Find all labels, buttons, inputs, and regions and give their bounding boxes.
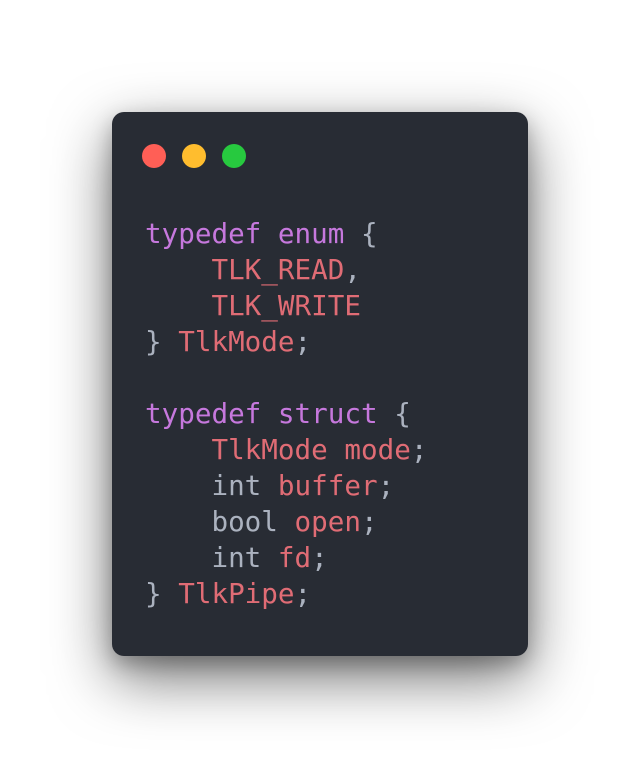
code-line: TlkMode mode;: [145, 432, 427, 468]
code-token-keyword: struct: [277, 397, 378, 430]
code-token-identifier: TlkPipe: [178, 577, 295, 610]
code-token-plain: ;: [377, 469, 395, 502]
code-token-identifier: TLK_READ: [211, 253, 345, 286]
code-line: TLK_READ,: [145, 252, 427, 288]
code-line: int buffer;: [145, 468, 427, 504]
code-token-identifier: TLK_WRITE: [211, 289, 361, 322]
code-token-identifier: TlkMode: [211, 433, 328, 466]
code-token-plain: int: [145, 541, 278, 574]
code-token-keyword: typedef: [145, 217, 262, 250]
code-line: TLK_WRITE: [145, 288, 427, 324]
code-token-identifier: buffer: [277, 469, 378, 502]
code-token-plain: {: [344, 217, 378, 250]
code-token-identifier: mode: [344, 433, 411, 466]
code-token-identifier: fd: [277, 541, 312, 574]
code-token-plain: bool: [145, 505, 295, 538]
close-dot[interactable]: [142, 144, 166, 168]
maximize-dot[interactable]: [222, 144, 246, 168]
code-token-plain: ;: [410, 433, 428, 466]
code-token-plain: ;: [294, 325, 312, 358]
code-token-keyword: enum: [277, 217, 345, 250]
code-line: int fd;: [145, 540, 427, 576]
code-line: bool open;: [145, 504, 427, 540]
code-line: } TlkPipe;: [145, 576, 427, 612]
code-token-keyword: typedef: [145, 397, 262, 430]
code-token-plain: {: [377, 397, 411, 430]
code-token-plain: ,: [344, 253, 361, 286]
code-block: typedef enum { TLK_READ, TLK_WRITE} TlkM…: [145, 216, 427, 612]
window-controls: [142, 144, 246, 168]
code-token-plain: int: [145, 469, 278, 502]
code-token-plain: ;: [311, 541, 328, 574]
code-token-identifier: open: [294, 505, 361, 538]
code-line: typedef enum {: [145, 216, 427, 252]
code-token-plain: }: [145, 325, 179, 358]
code-token-plain: }: [145, 577, 179, 610]
minimize-dot[interactable]: [182, 144, 206, 168]
code-token-identifier: TlkMode: [178, 325, 295, 358]
code-line: typedef struct {: [145, 396, 427, 432]
code-window: typedef enum { TLK_READ, TLK_WRITE} TlkM…: [112, 112, 528, 656]
code-token-plain: ;: [294, 577, 312, 610]
code-token-plain: ;: [360, 505, 378, 538]
code-line: } TlkMode;: [145, 324, 427, 360]
